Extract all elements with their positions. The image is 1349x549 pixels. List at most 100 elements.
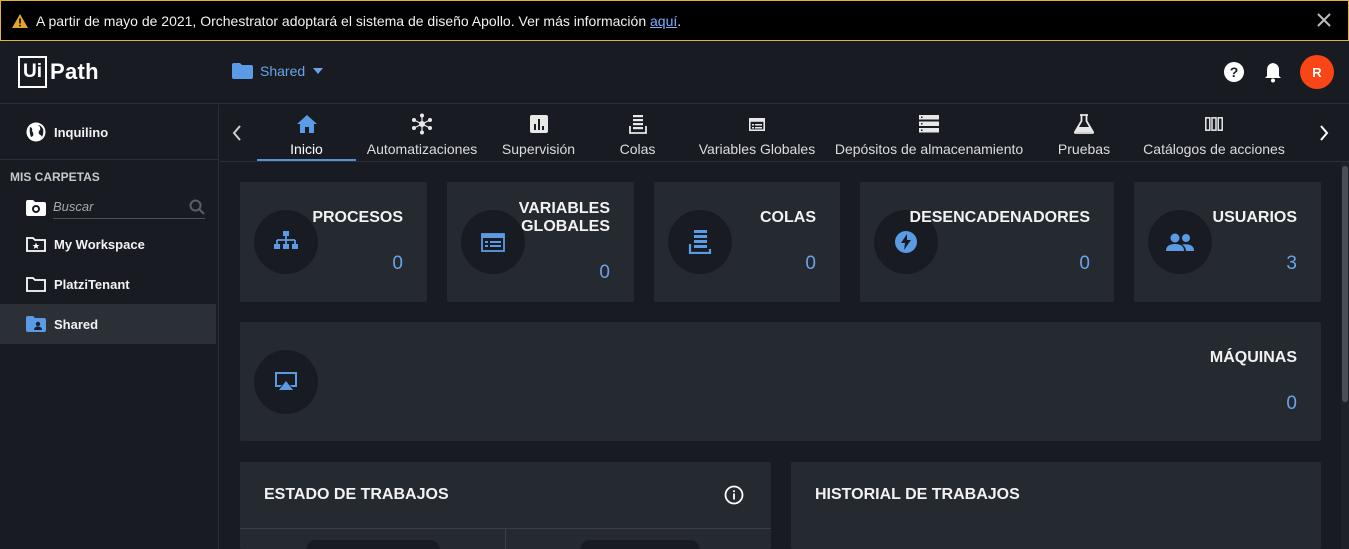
storage-buckets-icon [919,115,939,133]
triggers-icon [895,231,917,253]
processes-icon [274,231,298,249]
machines-icon [275,372,297,390]
stat-title: MÁQUINAS [1209,349,1297,366]
divider [505,528,506,549]
stat-icon-circle [668,210,732,274]
folder-selector[interactable]: Shared [232,63,324,79]
stat-title: USUARIOS [1212,209,1297,226]
tab-inicio[interactable]: Inicio [257,105,356,161]
folder-selector-label: Shared [260,63,306,79]
banner-text: A partir de mayo de 2021, Orchestrator a… [36,13,681,29]
tab-label: Inicio [290,141,323,157]
folder-label: Shared [54,316,99,332]
sidebar-item-platzitenant[interactable]: PlatziTenant [0,264,216,304]
stat-icon-circle [1148,210,1212,274]
tab-label: Depósitos de almacenamiento [834,141,1024,157]
global-variables-icon [749,117,765,131]
tab-pruebas[interactable]: Pruebas [1053,105,1115,161]
scrollbar-thumb[interactable] [1342,166,1348,402]
stat-card-desencadenadores[interactable]: DESENCADENADORES 0 [860,182,1114,302]
folder-icon [26,277,46,292]
stat-card-maquinas[interactable]: MÁQUINAS 0 [240,322,1321,441]
sidebar-item-shared[interactable]: Shared [0,304,216,344]
chart-placeholder [306,540,440,549]
sidebar: Inquilino MIS CARPETAS My Workspace Plat… [0,105,219,549]
monitoring-icon [529,115,548,133]
notifications-bell-icon[interactable] [1261,60,1285,84]
tab-label: Pruebas [1057,141,1111,157]
stat-card-usuarios[interactable]: USUARIOS 3 [1134,182,1321,302]
tab-depositos-almacenamiento[interactable]: Depósitos de almacenamiento [833,105,1025,161]
queues-icon [688,230,712,254]
stat-value: 0 [1286,393,1297,414]
close-icon[interactable] [1316,12,1332,28]
top-bar: Ui Path Shared ? R [0,41,1349,104]
tabs-scroll-left-icon[interactable] [227,121,247,145]
jobs-history-card: HISTORIAL DE TRABAJOS [791,462,1321,549]
globe-icon [26,122,46,142]
stat-icon-circle [461,210,525,274]
stat-icon-circle [254,210,318,274]
banner-suffix: . [677,12,682,29]
chevron-down-icon [313,68,324,74]
tab-supervision[interactable]: Supervisión [497,105,580,161]
content-scrollbar[interactable] [1341,162,1349,549]
stat-icon-circle [254,350,318,414]
folder-search-input[interactable] [53,199,173,214]
home-icon [296,115,317,133]
folder-icon [232,63,253,79]
tab-label: Supervisión [501,141,576,157]
sidebar-item-my-workspace[interactable]: My Workspace [0,224,216,264]
folder-search-box [53,195,205,219]
stat-value: 0 [599,262,610,283]
top-actions: ? R [1207,55,1334,89]
folder-label: My Workspace [54,236,145,252]
tabs-scroll-right-icon[interactable] [1314,121,1334,145]
stat-title: VARIABLES GLOBALES [519,200,610,236]
queues-icon [628,114,647,134]
automations-icon [412,113,432,135]
announcement-banner: A partir de mayo de 2021, Orchestrator a… [0,0,1349,41]
search-icon[interactable] [189,199,205,215]
action-catalogs-icon [1205,117,1223,131]
sidebar-item-tenant[interactable]: Inquilino [0,105,218,160]
banner-message: A partir de mayo de 2021, Orchestrator a… [36,12,650,29]
my-folders-title: MIS CARPETAS [10,170,100,184]
shared-folder-icon [26,316,46,332]
tab-variables-globales[interactable]: Variables Globales [698,105,816,161]
stat-title: PROCESOS [312,209,403,226]
tab-bar: Inicio Automatizaciones Supervisión Cola… [220,105,1349,162]
banner-link[interactable]: aquí [650,13,677,29]
stat-card-variables-globales[interactable]: VARIABLES GLOBALES 0 [447,182,634,302]
stat-value: 3 [1286,253,1297,274]
stat-title-line2: GLOBALES [521,218,610,235]
tab-catalogos-acciones[interactable]: Catálogos de acciones [1142,105,1286,161]
logo-path: Path [50,59,99,84]
assets-icon [481,232,505,252]
svg-text:?: ? [1230,64,1239,80]
jobs-history-title: HISTORIAL DE TRABAJOS [815,486,1020,503]
stat-value: 0 [392,253,403,274]
jobs-status-title: ESTADO DE TRABAJOS [264,486,449,503]
tab-automatizaciones[interactable]: Automatizaciones [364,105,480,161]
tab-label: Automatizaciones [366,141,478,157]
info-icon[interactable] [724,485,744,505]
stat-value: 0 [805,253,816,274]
stat-title: COLAS [760,209,816,226]
stat-card-procesos[interactable]: PROCESOS 0 [240,182,427,302]
stat-card-colas[interactable]: COLAS 0 [654,182,840,302]
help-icon[interactable]: ? [1222,60,1246,84]
warning-icon [12,13,28,28]
stat-value: 0 [1079,253,1090,274]
tab-colas[interactable]: Colas [600,105,675,161]
tab-label: Colas [619,141,656,157]
jobs-status-card: ESTADO DE TRABAJOS [240,462,771,549]
user-avatar[interactable]: R [1300,55,1334,89]
tenant-label: Inquilino [54,124,109,140]
tab-label: Variables Globales [698,141,816,157]
testing-icon [1073,114,1095,134]
camera-folder-icon [26,199,46,216]
users-icon [1166,233,1194,251]
workspace-folder-icon [26,237,46,252]
uipath-logo[interactable]: Ui Path [18,56,99,88]
